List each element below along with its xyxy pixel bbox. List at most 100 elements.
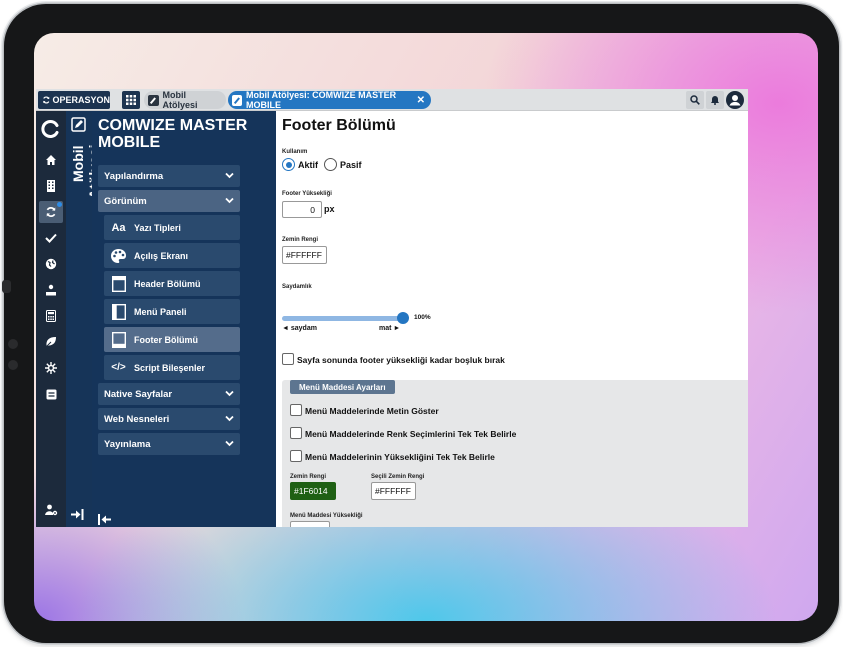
menu-settings-tag: Menü Maddesi Ayarları (290, 380, 395, 394)
item-height-label: Menü Maddesi Yüksekliği (290, 513, 363, 519)
nav-panel: COMWIZE MASTER MOBILE Yapılandırma Görün… (92, 111, 276, 527)
main-content: Footer Bölümü Kullanım Aktif Pasif Foote… (276, 111, 748, 527)
chevron-down-icon (225, 440, 234, 447)
rail-check[interactable] (39, 227, 63, 249)
opacity-slider-track[interactable] (282, 316, 404, 321)
selected-bg-color-input[interactable]: #FFFFFF (371, 482, 416, 500)
tab-app-detail[interactable]: Mobil Atölyesi: COMWIZE MASTER MOBILE ✕ (228, 90, 431, 110)
bell-icon (711, 96, 719, 105)
tab-label: Mobil Atölyesi (162, 90, 198, 110)
collapse-left-icon[interactable] (98, 514, 111, 525)
org-chart-icon (46, 284, 56, 296)
nav-item-label: Web Nesneleri (104, 413, 170, 425)
sub-item-script-bilesenler[interactable]: </> Script Bileşenler (104, 355, 240, 380)
apps-grid-button[interactable] (122, 91, 140, 109)
sub-item-label: Menü Paneli (134, 306, 187, 317)
nav-item-native-sayfalar[interactable]: Native Sayfalar (98, 383, 240, 405)
nav-item-label: Native Sayfalar (104, 388, 173, 400)
side-button (2, 280, 11, 293)
nav-item-yapilandirma[interactable]: Yapılandırma (98, 165, 240, 187)
rail-logo[interactable] (39, 117, 63, 141)
search-button[interactable] (686, 91, 704, 109)
rail-org[interactable] (39, 279, 63, 301)
left-rail (36, 111, 66, 527)
rail-leaf[interactable] (39, 331, 63, 353)
radio-aktif[interactable] (282, 158, 295, 171)
sub-item-acilis-ekrani[interactable]: Açılış Ekranı (104, 243, 240, 268)
opacity-slider-thumb[interactable] (397, 312, 409, 324)
sync-icon (46, 207, 56, 217)
rail-globe[interactable] (39, 253, 63, 275)
code-icon: </> (111, 362, 126, 373)
rail-home[interactable] (39, 149, 63, 171)
spacing-checkbox[interactable] (282, 353, 294, 365)
rail-calculator[interactable] (39, 305, 63, 327)
menu-bg-color-input[interactable]: #1F6014 (290, 482, 336, 500)
building-icon (47, 180, 55, 192)
bg-color-input[interactable]: #FFFFFF (282, 246, 327, 264)
palette-icon (110, 247, 127, 264)
sensor-dot (8, 360, 18, 370)
user-avatar-icon[interactable] (726, 91, 744, 109)
sub-item-menu-paneli[interactable]: Menü Paneli (104, 299, 240, 324)
rail-user-settings[interactable] (39, 499, 63, 521)
show-text-checkbox[interactable] (290, 404, 302, 416)
usage-label: Kullanım (282, 149, 308, 155)
app-title: COMWIZE MASTER MOBILE (98, 117, 248, 151)
show-text-label: Menü Maddelerinde Metin Göster (305, 406, 439, 416)
sub-item-label: Açılış Ekranı (134, 250, 189, 261)
nav-item-label: Yayınlama (104, 438, 151, 450)
notifications-button[interactable] (706, 91, 724, 109)
nav-item-label: Görünüm (104, 195, 147, 207)
app-window: OPERASYON Mobil Atölyesi Mobil Atölyesi:… (36, 89, 748, 527)
top-bar: OPERASYON Mobil Atölyesi Mobil Atölyesi:… (36, 89, 748, 111)
chevron-down-icon (225, 172, 234, 179)
brand-button[interactable]: OPERASYON (38, 91, 110, 109)
check-icon (45, 233, 57, 243)
footer-height-input[interactable]: 0 (282, 201, 322, 218)
item-height-input[interactable]: 0 (290, 521, 330, 527)
sub-item-footer-bolumu[interactable]: Footer Bölümü (104, 327, 240, 352)
rail-tasks[interactable] (39, 383, 63, 405)
sub-item-label: Footer Bölümü (134, 334, 198, 345)
nav-item-yayinlama[interactable]: Yayınlama (98, 433, 240, 455)
rail-settings[interactable] (39, 357, 63, 379)
close-icon[interactable]: ✕ (417, 95, 425, 106)
bg-color-label: Zemin Rengi (282, 237, 319, 243)
radio-aktif-label: Aktif (298, 159, 318, 170)
individual-colors-checkbox[interactable] (290, 427, 302, 439)
spacing-checkbox-label: Sayfa sonunda footer yüksekliği kadar bo… (297, 355, 505, 365)
sub-item-header-bolumu[interactable]: Header Bölümü (104, 271, 240, 296)
edit-icon (232, 94, 242, 106)
side-panel-icon (110, 303, 127, 320)
rail-active-dot (57, 202, 62, 207)
header-layout-icon (110, 275, 127, 292)
radio-pasif[interactable] (324, 158, 337, 171)
usage-radio-group: Aktif Pasif (282, 158, 362, 171)
opacity-label: Saydamlık (282, 284, 312, 290)
font-icon: Aa (111, 221, 126, 234)
footer-height-label: Footer Yüksekliği (282, 191, 332, 197)
individual-height-checkbox[interactable] (290, 450, 302, 462)
nav-item-web-nesneleri[interactable]: Web Nesneleri (98, 408, 240, 430)
individual-colors-label: Menü Maddelerinde Renk Seçimlerini Tek T… (305, 429, 517, 439)
footer-layout-icon (110, 331, 127, 348)
chevron-down-icon (225, 197, 234, 204)
sub-item-yazi-tipleri[interactable]: Aa Yazı Tipleri (104, 215, 240, 240)
rail-building[interactable] (39, 175, 63, 197)
tab-label: Mobil Atölyesi: COMWIZE MASTER MOBILE (245, 90, 397, 110)
nav-item-gorunum[interactable]: Görünüm (98, 190, 240, 212)
sync-icon (43, 96, 50, 104)
tab-mobil-atolyesi[interactable]: Mobil Atölyesi (144, 90, 226, 110)
nav-item-label: Yapılandırma (104, 170, 164, 182)
sub-item-label: Script Bileşenler (134, 362, 206, 373)
sensor-dot (8, 339, 18, 349)
expand-right-icon[interactable] (71, 509, 84, 520)
opacity-value: 100% (414, 314, 431, 321)
chevron-down-icon (225, 415, 234, 422)
search-icon (690, 95, 700, 105)
brand-label: OPERASYON (52, 95, 110, 105)
rail-sync[interactable] (39, 201, 63, 223)
edit-icon (148, 94, 159, 106)
page-title: Footer Bölümü (282, 117, 396, 134)
